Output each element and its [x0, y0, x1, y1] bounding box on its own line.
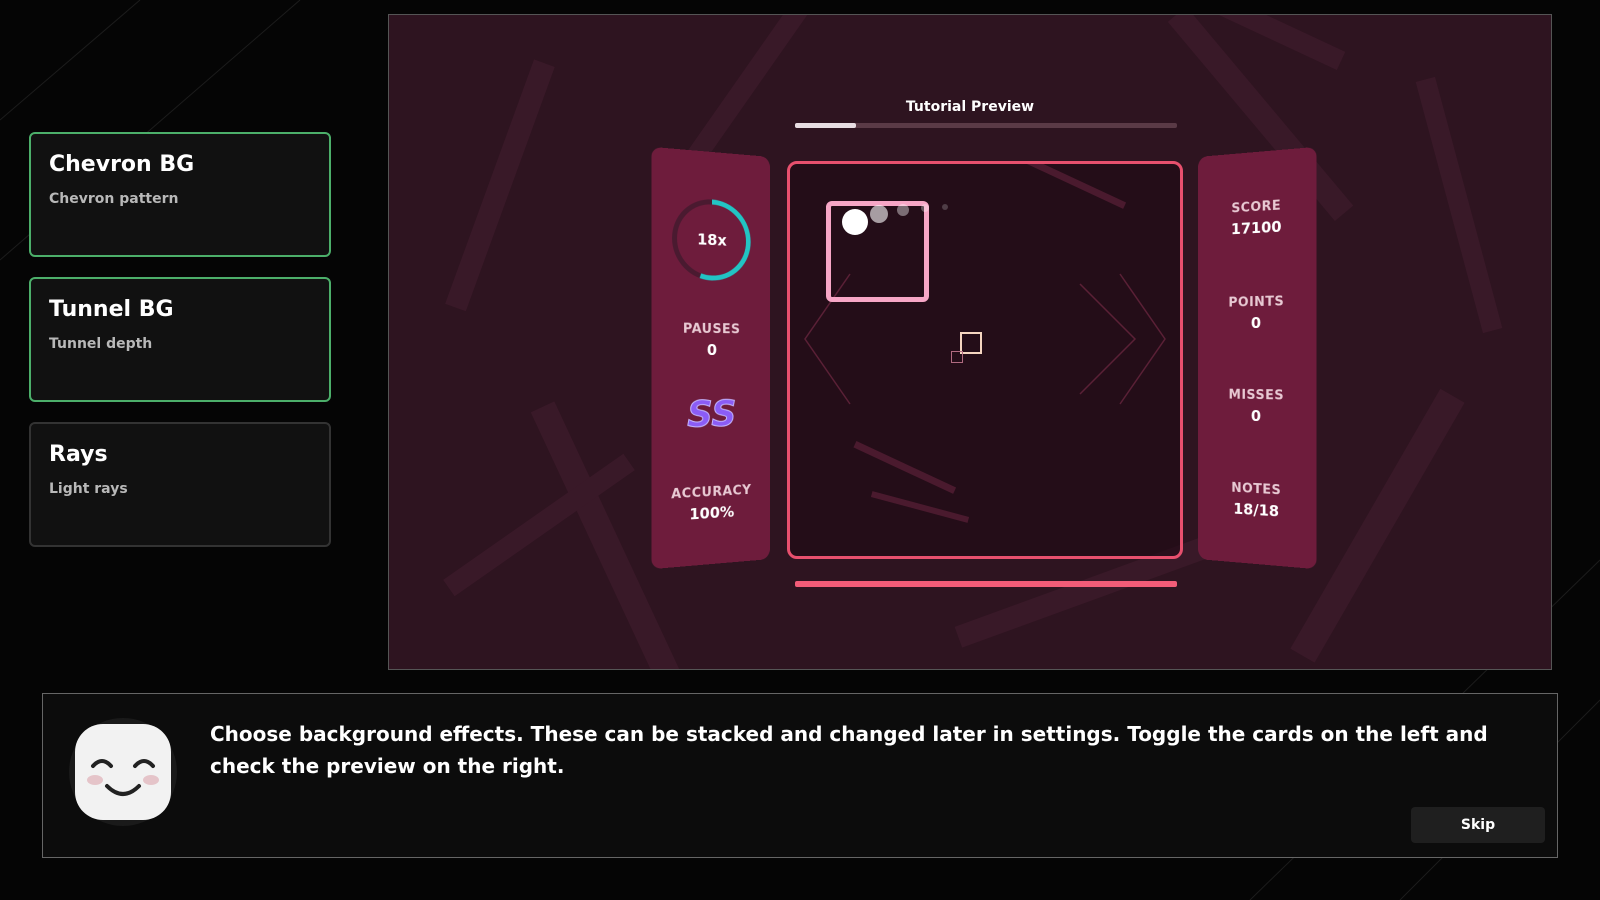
cursor-shadow-icon [951, 351, 963, 363]
song-progress-fill [795, 123, 856, 128]
dialog-message: Choose background effects. These can be … [210, 718, 1520, 782]
card-subtitle: Light rays [49, 481, 311, 497]
combo-meter: 18x [669, 193, 754, 285]
pauses-stat: PAUSES 0 [651, 321, 769, 359]
score-value: 17100 [1198, 215, 1316, 239]
skip-button[interactable]: Skip [1411, 807, 1545, 843]
card-rays[interactable]: Rays Light rays [29, 422, 331, 547]
card-title: Tunnel BG [49, 297, 311, 322]
note-block [826, 201, 929, 302]
misses-label: MISSES [1198, 387, 1316, 404]
playfield [787, 161, 1183, 559]
card-title: Rays [49, 442, 311, 467]
points-label: POINTS [1198, 293, 1316, 311]
points-value: 0 [1198, 313, 1316, 333]
accuracy-stat: ACCURACY 100% [651, 482, 769, 526]
preview-title: Tutorial Preview [389, 99, 1551, 115]
health-bar [795, 581, 1177, 587]
tutorial-preview: Tutorial Preview 18x PAUSES 0 SS ACCURAC… [388, 14, 1552, 670]
pauses-label: PAUSES [651, 321, 769, 337]
left-stats-panel: 18x PAUSES 0 SS ACCURACY 100% [651, 147, 769, 569]
effect-card-list: Chevron BG Chevron pattern Tunnel BG Tun… [29, 132, 331, 567]
accuracy-value: 100% [651, 500, 769, 526]
pauses-value: 0 [651, 341, 769, 359]
card-title: Chevron BG [49, 152, 311, 177]
card-subtitle: Chevron pattern [49, 191, 311, 207]
score-stat: SCORE 17100 [1198, 196, 1316, 240]
misses-stat: MISSES 0 [1198, 387, 1316, 426]
score-label: SCORE [1198, 196, 1316, 218]
accuracy-label: ACCURACY [651, 482, 769, 504]
card-chevron-bg[interactable]: Chevron BG Chevron pattern [29, 132, 331, 257]
card-tunnel-bg[interactable]: Tunnel BG Tunnel depth [29, 277, 331, 402]
note-trail [841, 204, 981, 244]
misses-value: 0 [1198, 406, 1316, 427]
cursor-icon [960, 332, 982, 354]
notes-stat: NOTES 18/18 [1198, 479, 1316, 523]
smiley-avatar-icon [67, 716, 179, 828]
points-stat: POINTS 0 [1198, 293, 1316, 332]
right-stats-panel: SCORE 17100 POINTS 0 MISSES 0 NOTES 18/1… [1198, 147, 1316, 569]
rank-badge: SS [651, 393, 769, 437]
notes-label: NOTES [1198, 479, 1316, 500]
song-progress-bar [795, 123, 1177, 128]
combo-value: 18x [669, 193, 754, 285]
notes-value: 18/18 [1198, 498, 1316, 523]
tutorial-dialog: Choose background effects. These can be … [42, 693, 1558, 858]
card-subtitle: Tunnel depth [49, 336, 311, 352]
